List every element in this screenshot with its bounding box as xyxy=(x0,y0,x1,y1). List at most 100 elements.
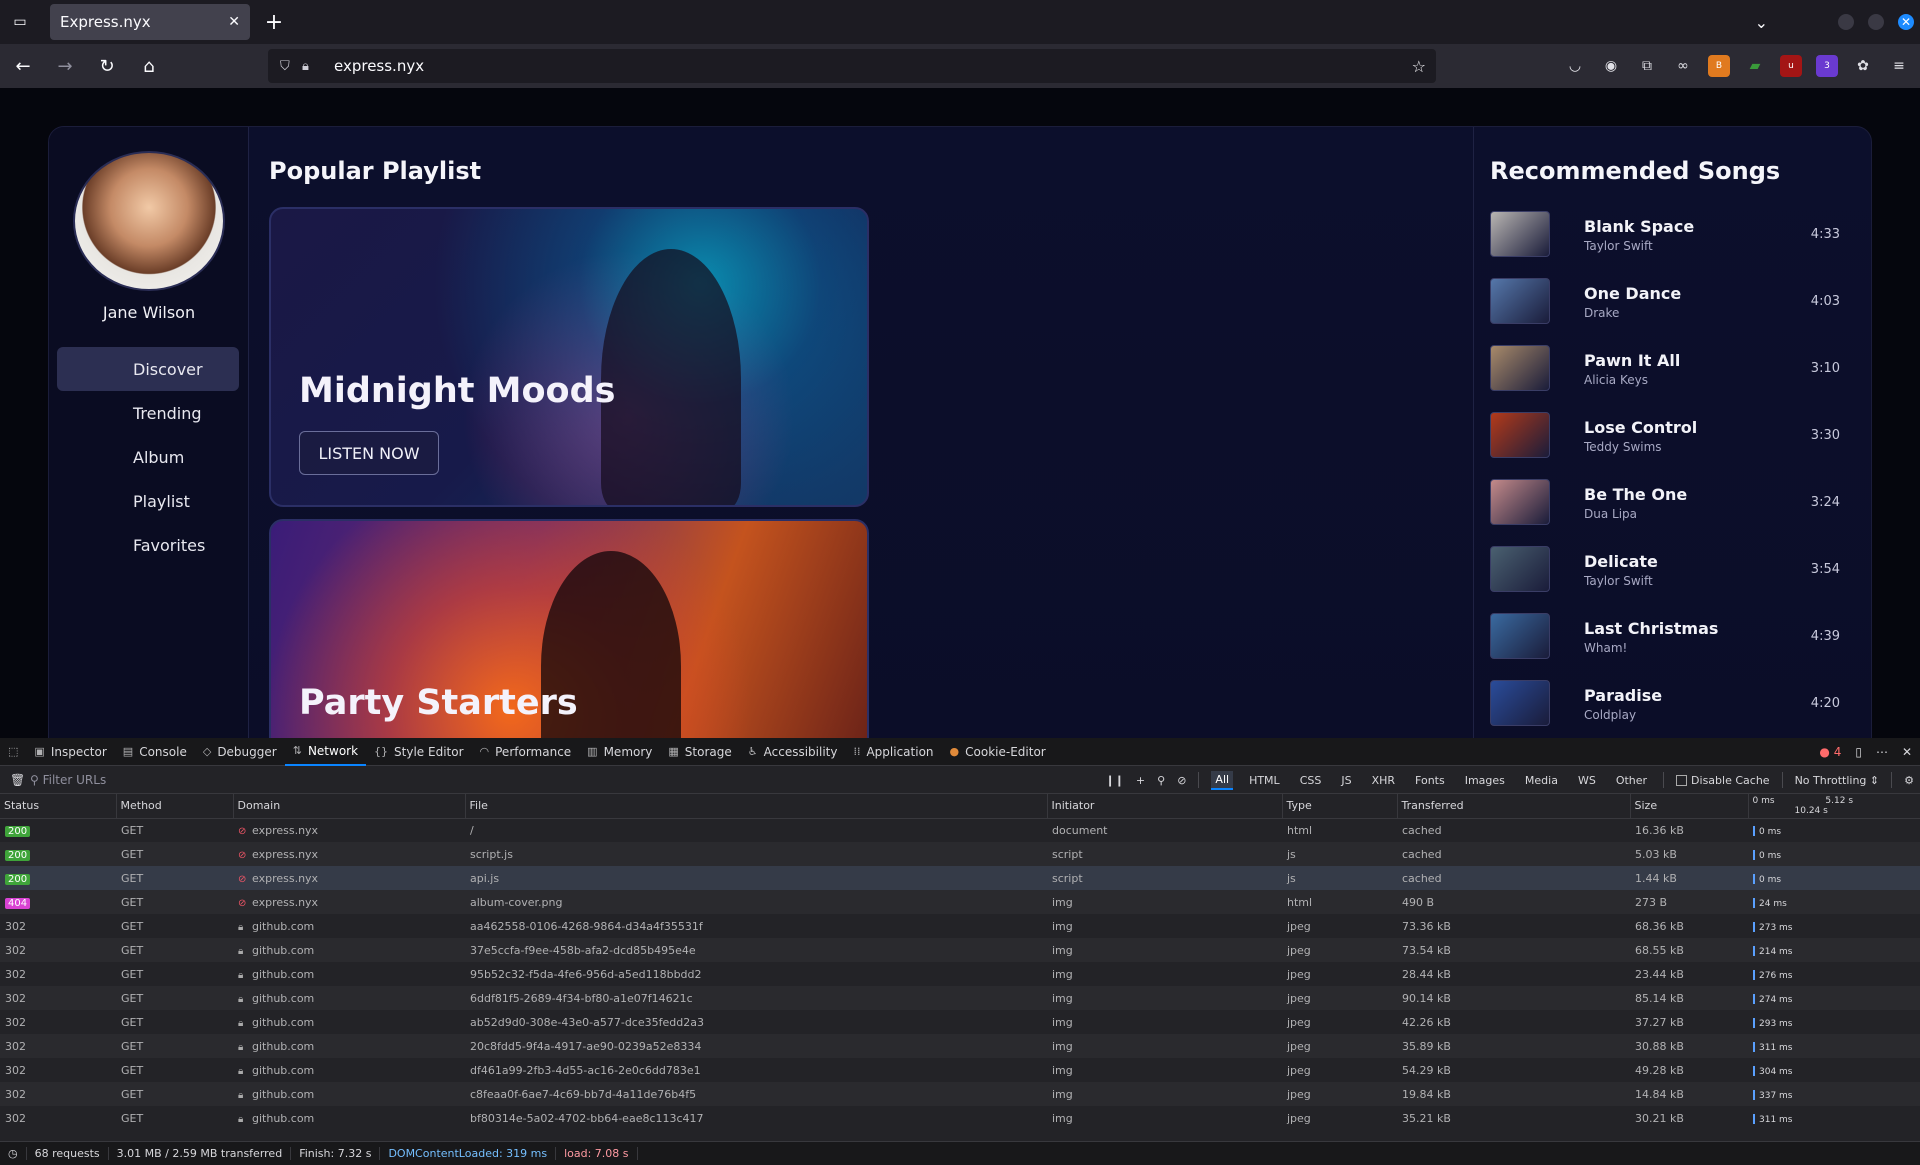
table-row[interactable]: 302 GET 🔒︎ github.com df461a99-2fb3-4d55-ac1… xyxy=(0,1058,1920,1082)
table-row[interactable]: 302 GET 🔒︎ github.com c8feaa0f-6ae7-4c69-bb7… xyxy=(0,1082,1920,1106)
tab-accessibility[interactable]: ♿︎ Accessibility xyxy=(740,738,846,766)
playlist-card[interactable]: Midnight Moods LISTEN NOW xyxy=(269,207,869,507)
more-options-icon[interactable]: ⋯ xyxy=(1876,745,1888,759)
tab-inspector[interactable]: ▣ Inspector xyxy=(26,738,114,766)
error-count-badge[interactable]: ● 4 xyxy=(1819,745,1841,759)
filter-other[interactable]: Other xyxy=(1612,772,1651,789)
filter-css[interactable]: CSS xyxy=(1296,772,1326,789)
sidebar-item-discover[interactable]: Discover xyxy=(57,347,239,391)
column-header[interactable]: Domain xyxy=(233,794,466,819)
song-item[interactable]: Paradise Coldplay 4:20 xyxy=(1490,680,1850,738)
filter-fonts[interactable]: Fonts xyxy=(1411,772,1449,789)
home-icon[interactable]: ⌂ xyxy=(134,51,164,81)
settings-gear-icon[interactable]: ⚙ xyxy=(1904,774,1914,787)
table-row[interactable]: 302 GET 🔒︎ github.com aa462558-0106-4268-986… xyxy=(0,914,1920,938)
waterfall-header[interactable]: 0 ms 5.12 s 10.24 s xyxy=(1748,794,1920,819)
table-row[interactable]: 404 GET ⊘ express.nyx album-cover.png img html… xyxy=(0,890,1920,914)
throttling-select[interactable]: No Throttling ⇕ xyxy=(1795,774,1880,787)
table-row[interactable]: 200 GET ⊘ express.nyx api.js script js cached 1.… xyxy=(0,866,1920,890)
song-item[interactable]: One Dance Drake 4:03 xyxy=(1490,278,1850,345)
song-item[interactable]: Blank Space Taylor Swift 4:33 xyxy=(1490,211,1850,278)
reload-icon[interactable]: ↻ xyxy=(92,51,122,81)
column-header[interactable]: File xyxy=(465,794,1048,819)
maximize-button[interactable] xyxy=(1868,14,1884,30)
song-item[interactable]: Delicate Taylor Swift 3:54 xyxy=(1490,546,1850,613)
close-tab-icon[interactable]: ✕ xyxy=(228,14,240,30)
disable-cache-checkbox[interactable]: Disable Cache xyxy=(1676,774,1770,787)
url-bar[interactable]: ⛉ 🔒︎ express.nyx ☆ xyxy=(268,49,1436,83)
extensions-icon[interactable]: ⧉ xyxy=(1636,55,1658,77)
filter-js[interactable]: JS xyxy=(1337,772,1355,789)
url-text[interactable]: express.nyx xyxy=(334,57,424,75)
column-header[interactable]: Transferred xyxy=(1397,794,1631,819)
trash-icon[interactable]: 🗑︎ xyxy=(10,773,25,787)
hackbar-icon[interactable]: 3 xyxy=(1816,55,1838,77)
list-all-tabs-icon[interactable]: ⌄ xyxy=(1755,13,1768,32)
tab-debugger[interactable]: ◇ Debugger xyxy=(195,738,285,766)
listen-now-button[interactable]: LISTEN NOW xyxy=(299,431,439,475)
song-item[interactable]: Pawn It All Alicia Keys 3:10 xyxy=(1490,345,1850,412)
stopwatch-icon[interactable]: ◷ xyxy=(0,1147,27,1160)
tab-memory[interactable]: ▥ Memory xyxy=(579,738,660,766)
tab-application[interactable]: ⁞⁞ Application xyxy=(845,738,941,766)
tab-style-editor[interactable]: {} Style Editor xyxy=(366,738,471,766)
add-icon[interactable]: + xyxy=(1136,774,1145,787)
ublock-icon[interactable]: u xyxy=(1780,55,1802,77)
filter-html[interactable]: HTML xyxy=(1245,772,1284,789)
lock-icon[interactable]: 🔒︎ xyxy=(302,59,324,74)
table-row[interactable]: 200 GET ⊘ express.nyx / document html cached 16.… xyxy=(0,818,1920,842)
account-icon[interactable]: ◉ xyxy=(1600,55,1622,77)
forward-icon[interactable]: → xyxy=(50,51,80,81)
minimize-button[interactable] xyxy=(1838,14,1854,30)
tab-list-icon[interactable]: ▭ xyxy=(0,0,40,44)
bookmark-star-icon[interactable]: ☆ xyxy=(1412,57,1426,76)
column-header[interactable]: Status xyxy=(0,794,117,819)
tab-network[interactable]: ⇅ Network xyxy=(284,738,367,766)
sidebar-item-album[interactable]: Album xyxy=(57,435,239,479)
table-row[interactable]: 302 GET 🔒︎ github.com 37e5ccfa-f9ee-458b-afa… xyxy=(0,938,1920,962)
shield-icon[interactable]: ⛉ xyxy=(280,59,302,74)
pocket-icon[interactable]: ◡ xyxy=(1564,55,1586,77)
table-row[interactable]: 302 GET 🔒︎ github.com 6ddf81f5-2689-4f34-bf8… xyxy=(0,986,1920,1010)
burp-icon[interactable]: B xyxy=(1708,55,1730,77)
pause-icon[interactable]: ❙❙ xyxy=(1105,774,1123,787)
table-row[interactable]: 302 GET 🔒︎ github.com 20c8fdd5-9f4a-4917-ae9… xyxy=(0,1034,1920,1058)
browser-tab[interactable]: Express.nyx ✕ xyxy=(50,4,250,40)
cookie-icon[interactable]: ✿ xyxy=(1852,55,1874,77)
close-window-button[interactable]: ✕ xyxy=(1898,14,1914,30)
table-row[interactable]: 302 GET 🔒︎ github.com bf80314e-5a02-4702-bb6… xyxy=(0,1106,1920,1130)
playlist-card[interactable]: Party Starters xyxy=(269,519,869,738)
sidebar-item-favorites[interactable]: Favorites xyxy=(57,523,239,567)
song-item[interactable]: Last Christmas Wham! 4:39 xyxy=(1490,613,1850,680)
search-icon[interactable]: ⚲ xyxy=(1157,774,1165,787)
column-header[interactable]: Method xyxy=(116,794,234,819)
table-row[interactable]: 200 GET ⊘ express.nyx script.js script js cache… xyxy=(0,842,1920,866)
tab-console[interactable]: ▤ Console xyxy=(115,738,195,766)
new-tab-button[interactable]: + xyxy=(256,4,292,40)
table-row[interactable]: 302 GET 🔒︎ github.com 95b52c32-f5da-4fe6-956… xyxy=(0,962,1920,986)
tab-cookie-editor[interactable]: ● Cookie-Editor xyxy=(942,738,1054,766)
glasses-icon[interactable]: ∞ xyxy=(1672,55,1694,77)
filter-all[interactable]: All xyxy=(1211,770,1234,790)
filter-images[interactable]: Images xyxy=(1461,772,1509,789)
back-icon[interactable]: ← xyxy=(8,51,38,81)
dock-icon[interactable]: ▯ xyxy=(1855,745,1862,759)
filter-media[interactable]: Media xyxy=(1521,772,1562,789)
filter-ws[interactable]: WS xyxy=(1574,772,1600,789)
column-header[interactable]: Initiator xyxy=(1047,794,1283,819)
pick-element-icon[interactable]: ⬚ xyxy=(0,738,26,766)
block-icon[interactable]: ⊘ xyxy=(1177,774,1186,787)
table-row[interactable]: 302 GET 🔒︎ github.com ab52d9d0-308e-43e0-a57… xyxy=(0,1010,1920,1034)
sidebar-item-playlist[interactable]: Playlist xyxy=(57,479,239,523)
filter-xhr[interactable]: XHR xyxy=(1368,772,1399,789)
filter-urls-input[interactable]: ⚲ Filter URLs xyxy=(30,773,106,787)
wappalyzer-icon[interactable]: ▰ xyxy=(1744,55,1766,77)
menu-icon[interactable]: ≡ xyxy=(1888,55,1910,77)
song-item[interactable]: Be The One Dua Lipa 3:24 xyxy=(1490,479,1850,546)
column-header[interactable]: Size xyxy=(1630,794,1749,819)
tab-storage[interactable]: ▦ Storage xyxy=(660,738,739,766)
song-item[interactable]: Lose Control Teddy Swims 3:30 xyxy=(1490,412,1850,479)
column-header[interactable]: Type xyxy=(1282,794,1398,819)
close-devtools-icon[interactable]: ✕ xyxy=(1902,745,1912,759)
sidebar-item-trending[interactable]: Trending xyxy=(57,391,239,435)
